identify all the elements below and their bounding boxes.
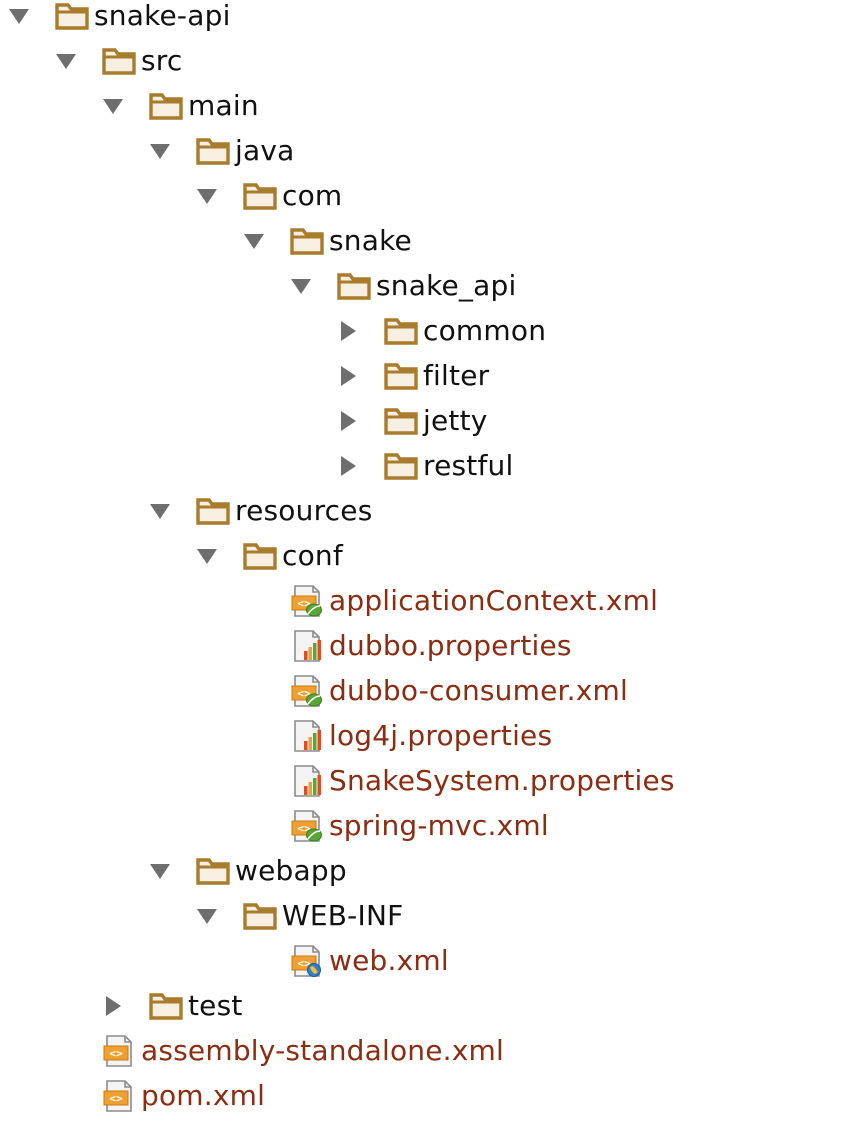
disclosure-expanded-icon[interactable] [148, 499, 172, 523]
tree-item-label: dubbo-consumer.xml [329, 673, 628, 707]
tree-item-label: conf [282, 538, 343, 572]
tree-item-label: dubbo.properties [329, 628, 572, 662]
tree-item-label: webapp [235, 853, 347, 887]
tree-folder-row[interactable]: src [54, 38, 182, 83]
tree-folder-row[interactable]: jetty [336, 398, 488, 443]
disclosure-expanded-icon[interactable] [242, 229, 266, 253]
tree-folder-row[interactable]: WEB-INF [195, 893, 403, 938]
xml-file-icon: <> [101, 1079, 137, 1113]
svg-text:<>: <> [109, 1047, 123, 1060]
tree-folder-row[interactable]: snake [242, 218, 412, 263]
tree-file-row[interactable]: <> pom.xml [54, 1073, 265, 1118]
folder-icon [289, 224, 325, 258]
tree-item-label: snake_api [376, 268, 517, 302]
tree-file-row[interactable]: <> web.xml [242, 938, 449, 983]
tree-folder-row[interactable]: java [148, 128, 294, 173]
tree-file-row[interactable]: <> spring-mvc.xml [242, 803, 549, 848]
disclosure-collapsed-icon[interactable] [101, 994, 125, 1018]
tree-folder-row[interactable]: conf [195, 533, 343, 578]
tree-item-label: web.xml [329, 943, 449, 977]
properties-icon [289, 719, 325, 753]
tree-folder-row[interactable]: common [336, 308, 546, 353]
disclosure-expanded-icon[interactable] [195, 184, 219, 208]
folder-icon [383, 359, 419, 393]
tree-file-row[interactable]: log4j.properties [242, 713, 552, 758]
folder-icon [383, 404, 419, 438]
disclosure-collapsed-icon[interactable] [336, 364, 360, 388]
tree-item-label: jetty [423, 403, 488, 437]
disclosure-expanded-icon[interactable] [54, 49, 78, 73]
disclosure-expanded-icon[interactable] [195, 544, 219, 568]
tree-item-label: SnakeSystem.properties [329, 763, 675, 797]
tree-file-row[interactable]: dubbo.properties [242, 623, 572, 668]
tree-file-row[interactable]: <> dubbo-consumer.xml [242, 668, 628, 713]
folder-icon [242, 179, 278, 213]
tree-item-label: WEB-INF [282, 898, 404, 932]
tree-folder-row[interactable]: filter [336, 353, 489, 398]
disclosure-collapsed-icon[interactable] [336, 409, 360, 433]
tree-item-label: spring-mvc.xml [329, 808, 549, 842]
spring-xml-icon: <> [289, 809, 325, 843]
folder-icon [148, 89, 184, 123]
tree-item-label: log4j.properties [329, 718, 553, 752]
tree-item-label: filter [423, 358, 490, 392]
folder-icon [336, 269, 372, 303]
tree-folder-row[interactable]: snake_api [289, 263, 516, 308]
folder-icon [101, 44, 137, 78]
tree-folder-row[interactable]: com [195, 173, 342, 218]
svg-text:<>: <> [109, 1092, 123, 1105]
disclosure-expanded-icon[interactable] [289, 274, 313, 298]
tree-item-label: main [188, 88, 259, 122]
tree-item-label: applicationContext.xml [329, 583, 659, 617]
tree-item-label: com [282, 178, 343, 212]
properties-icon [289, 764, 325, 798]
tree-item-label: src [141, 43, 183, 77]
tree-file-row[interactable]: <> applicationContext.xml [242, 578, 658, 623]
tree-file-row[interactable]: SnakeSystem.properties [242, 758, 675, 803]
tree-folder-row[interactable]: test [101, 983, 243, 1028]
properties-icon [289, 629, 325, 663]
tree-item-label: pom.xml [141, 1078, 266, 1112]
disclosure-expanded-icon[interactable] [7, 4, 31, 28]
folder-icon [54, 0, 90, 33]
folder-icon [195, 494, 231, 528]
disclosure-collapsed-icon[interactable] [336, 319, 360, 343]
folder-icon [242, 899, 278, 933]
folder-icon [383, 314, 419, 348]
web-xml-icon: <> [289, 944, 325, 978]
tree-item-label: snake-api [94, 0, 231, 32]
project-tree: snake-api src main java com snake snake_apicom… [0, 0, 865, 1121]
spring-xml-icon: <> [289, 584, 325, 618]
tree-folder-row[interactable]: main [101, 83, 259, 128]
tree-folder-row[interactable]: restful [336, 443, 513, 488]
tree-item-label: common [423, 313, 547, 347]
folder-icon [242, 539, 278, 573]
disclosure-collapsed-icon[interactable] [336, 454, 360, 478]
tree-item-label: resources [235, 493, 373, 527]
tree-item-label: assembly-standalone.xml [141, 1033, 504, 1067]
folder-icon [383, 449, 419, 483]
folder-icon [148, 989, 184, 1023]
tree-folder-row[interactable]: snake-api [7, 0, 231, 38]
xml-file-icon: <> [101, 1034, 137, 1068]
folder-icon [195, 854, 231, 888]
tree-item-label: restful [423, 448, 514, 482]
disclosure-expanded-icon[interactable] [101, 94, 125, 118]
spring-xml-icon: <> [289, 674, 325, 708]
disclosure-expanded-icon[interactable] [195, 904, 219, 928]
tree-folder-row[interactable]: resources [148, 488, 373, 533]
disclosure-expanded-icon[interactable] [148, 859, 172, 883]
tree-item-label: snake [329, 223, 412, 257]
tree-item-label: test [188, 988, 243, 1022]
folder-icon [195, 134, 231, 168]
disclosure-expanded-icon[interactable] [148, 139, 172, 163]
tree-file-row[interactable]: <> assembly-standalone.xml [54, 1028, 504, 1073]
tree-folder-row[interactable]: webapp [148, 848, 347, 893]
tree-item-label: java [235, 133, 295, 167]
